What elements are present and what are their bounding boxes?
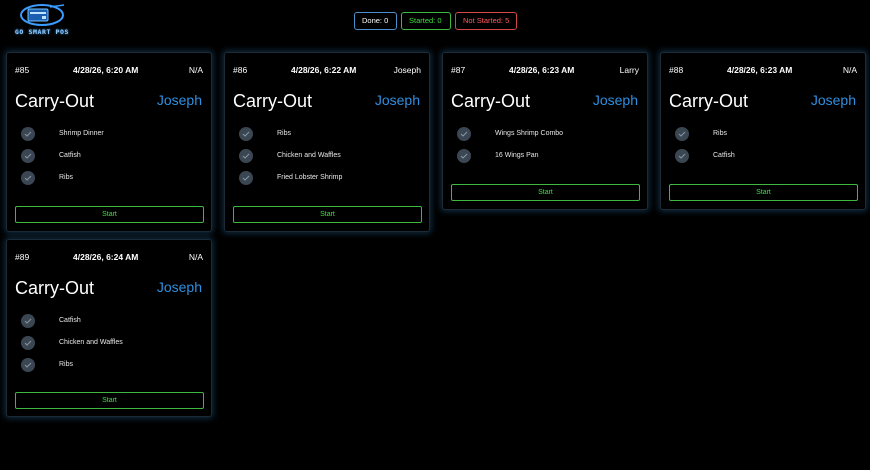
order-type: Carry-Out: [15, 91, 95, 111]
start-button[interactable]: Start: [15, 206, 204, 223]
order-header: #87 4/28/26, 6:23 AM Larry: [451, 65, 639, 77]
order-type: Carry-Out: [451, 91, 531, 111]
order-time: 4/28/26, 6:23 AM: [727, 65, 793, 75]
order-server: N/A: [188, 65, 203, 75]
order-item-label: Ribs: [713, 130, 728, 137]
order-item-label: Ribs: [277, 130, 292, 137]
check-circle-icon[interactable]: [457, 127, 471, 141]
order-customer: Joseph: [592, 92, 638, 108]
app-logo: GO SMART POS: [6, 3, 78, 39]
order-item-label: Wings Shrimp Combo: [495, 130, 564, 137]
order-card: #85 4/28/26, 6:20 AM N/A Carry-Out Josep…: [6, 52, 212, 232]
status-badge-started[interactable]: Started: 0: [401, 12, 451, 30]
order-server: Joseph: [393, 65, 421, 75]
check-circle-icon[interactable]: [21, 358, 35, 372]
order-item-label: Chicken and Waffles: [277, 152, 341, 159]
start-button[interactable]: Start: [233, 206, 422, 223]
order-number: #88: [669, 65, 684, 75]
order-type: Carry-Out: [669, 91, 749, 111]
order-item-label: Catfish: [59, 152, 81, 159]
order-item-label: Chicken and Waffles: [59, 339, 123, 346]
order-number: #85: [15, 65, 30, 75]
order-server: N/A: [188, 252, 203, 262]
order-header: #88 4/28/26, 6:23 AM N/A: [669, 65, 857, 77]
start-button[interactable]: Start: [669, 184, 858, 201]
order-time: 4/28/26, 6:20 AM: [73, 65, 139, 75]
order-number: #87: [451, 65, 466, 75]
order-type: Carry-Out: [15, 278, 95, 298]
start-button[interactable]: Start: [451, 184, 640, 201]
order-type: Carry-Out: [233, 91, 313, 111]
order-item-label: 16 Wings Pan: [495, 152, 539, 159]
order-time: 4/28/26, 6:23 AM: [509, 65, 575, 75]
order-customer: Joseph: [156, 92, 202, 108]
check-circle-icon[interactable]: [21, 127, 35, 141]
check-circle-icon[interactable]: [239, 149, 253, 163]
order-customer: Joseph: [810, 92, 856, 108]
order-item-label: Fried Lobster Shrimp: [277, 174, 343, 181]
order-number: #86: [233, 65, 248, 75]
order-item-label: Catfish: [713, 152, 735, 159]
order-card: #88 4/28/26, 6:23 AM N/A Carry-Out Josep…: [660, 52, 866, 210]
check-circle-icon[interactable]: [457, 149, 471, 163]
order-customer: Joseph: [374, 92, 420, 108]
order-header: #85 4/28/26, 6:20 AM N/A: [15, 65, 203, 77]
order-customer: Joseph: [156, 279, 202, 295]
check-circle-icon[interactable]: [21, 171, 35, 185]
order-number: #89: [15, 252, 30, 262]
order-card: #89 4/28/26, 6:24 AM N/A Carry-Out Josep…: [6, 239, 212, 417]
status-summary: Done: 0 Started: 0 Not Started: 5: [354, 12, 517, 30]
logo-text: GO SMART POS: [14, 28, 70, 36]
order-item-label: Ribs: [59, 361, 74, 368]
check-circle-icon[interactable]: [21, 314, 35, 328]
check-circle-icon[interactable]: [239, 127, 253, 141]
check-circle-icon[interactable]: [239, 171, 253, 185]
status-badge-done[interactable]: Done: 0: [354, 12, 397, 30]
order-header: #89 4/28/26, 6:24 AM N/A: [15, 252, 203, 264]
order-card: #86 4/28/26, 6:22 AM Joseph Carry-Out Jo…: [224, 52, 430, 232]
order-server: Larry: [619, 65, 639, 75]
order-card: #87 4/28/26, 6:23 AM Larry Carry-Out Jos…: [442, 52, 648, 210]
order-time: 4/28/26, 6:22 AM: [291, 65, 357, 75]
order-header: #86 4/28/26, 6:22 AM Joseph: [233, 65, 421, 77]
order-item-label: Catfish: [59, 317, 81, 324]
order-item-label: Shrimp Dinner: [59, 130, 104, 137]
order-server: N/A: [842, 65, 857, 75]
check-circle-icon[interactable]: [21, 149, 35, 163]
check-circle-icon[interactable]: [21, 336, 35, 350]
start-button[interactable]: Start: [15, 392, 204, 409]
order-item-label: Ribs: [59, 174, 74, 181]
order-time: 4/28/26, 6:24 AM: [73, 252, 139, 262]
status-badge-not-started[interactable]: Not Started: 5: [455, 12, 517, 30]
check-circle-icon[interactable]: [675, 149, 689, 163]
check-circle-icon[interactable]: [675, 127, 689, 141]
